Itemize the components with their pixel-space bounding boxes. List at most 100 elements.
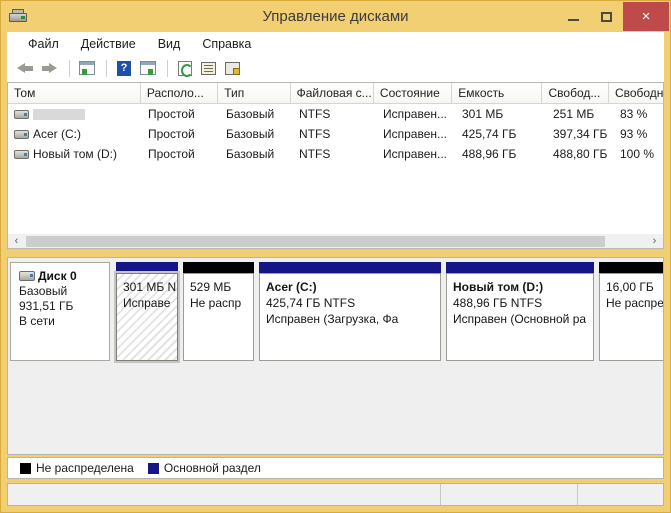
- show-hide-console-tree-icon[interactable]: [76, 58, 98, 79]
- column-header-type[interactable]: Тип: [218, 83, 291, 103]
- cell-free-space: 397,34 ГБ: [553, 127, 608, 141]
- disk-type: Базовый: [19, 284, 68, 298]
- properties-icon[interactable]: [198, 58, 220, 79]
- status-pane-2: [441, 484, 578, 505]
- status-pane-3: [578, 484, 663, 505]
- menu-action[interactable]: Действие: [71, 34, 146, 54]
- partition-block-2[interactable]: Acer (C:) 425,74 ГБ NTFS Исправен (Загру…: [259, 262, 441, 361]
- close-icon: ×: [641, 8, 651, 25]
- minimize-button[interactable]: [557, 2, 590, 31]
- maximize-button[interactable]: [590, 2, 623, 31]
- cell-capacity: 488,96 ГБ: [462, 147, 517, 161]
- toolbar: ?: [7, 55, 664, 82]
- cell-file-system: NTFS: [299, 147, 331, 161]
- scrollbar-thumb[interactable]: [26, 235, 605, 247]
- disk-row-0: Диск 0 Базовый 931,51 ГБ В сети 301 МБ N…: [10, 262, 664, 363]
- volume-list: Том Располо... Тип Файловая с... Состоян…: [7, 82, 664, 249]
- cell-type: Базовый: [226, 147, 275, 161]
- volume-name: Acer (C:): [33, 127, 81, 141]
- cell-percent-free: 93 %: [620, 127, 648, 141]
- close-button[interactable]: ×: [623, 2, 669, 31]
- menu-bar: Файл Действие Вид Справка: [7, 32, 664, 55]
- partition-color-bar: [446, 262, 594, 273]
- column-header-capacity[interactable]: Емкость: [452, 83, 543, 103]
- back-arrow-icon[interactable]: [15, 58, 37, 79]
- cell-layout: Простой: [148, 107, 195, 121]
- toolbar-separator: [167, 60, 168, 77]
- column-header-volume[interactable]: Том: [8, 83, 141, 103]
- title-bar[interactable]: Управление дисками ×: [1, 1, 670, 32]
- cell-volume: Новый том (D:): [8, 147, 142, 161]
- status-bar: [7, 483, 664, 506]
- partition-label: Новый том (D:): [453, 280, 544, 294]
- legend-item-primary-partition: Основной раздел: [147, 461, 261, 475]
- scroll-left-button[interactable]: ‹: [8, 235, 25, 248]
- disk-size: 931,51 ГБ: [19, 299, 74, 313]
- disk-info-panel[interactable]: Диск 0 Базовый 931,51 ГБ В сети: [10, 262, 110, 361]
- disk-name: Диск 0: [38, 269, 77, 283]
- cell-file-system: NTFS: [299, 127, 331, 141]
- volume-list-header: Том Располо... Тип Файловая с... Состоян…: [8, 83, 663, 104]
- cell-free-space: 488,80 ГБ: [553, 147, 608, 161]
- cell-status: Исправен...: [383, 127, 448, 141]
- table-row[interactable]: Acer (C:) Простой Базовый NTFS Исправен.…: [8, 124, 663, 144]
- volume-name: Новый том (D:): [33, 147, 117, 161]
- partition-label: Acer (C:): [266, 280, 317, 294]
- table-row[interactable]: Простой Базовый NTFS Исправен... 301 МБ …: [8, 104, 663, 124]
- column-header-status[interactable]: Состояние: [373, 83, 453, 103]
- help-icon[interactable]: ?: [113, 58, 135, 79]
- column-header-free-space[interactable]: Свобод...: [542, 83, 609, 103]
- scroll-right-button[interactable]: ›: [646, 235, 663, 248]
- volume-icon: [14, 149, 29, 159]
- table-row[interactable]: Новый том (D:) Простой Базовый NTFS Испр…: [8, 144, 663, 164]
- legend-label: Не распределена: [36, 461, 134, 475]
- horizontal-scrollbar[interactable]: ‹ ›: [7, 234, 664, 249]
- partition-line1: 301 МБ N: [123, 280, 177, 294]
- cell-volume: [8, 108, 142, 120]
- partition-block-0[interactable]: 301 МБ N Исправе: [114, 262, 180, 363]
- column-header-file-system[interactable]: Файловая с...: [290, 83, 374, 103]
- partition-color-bar: [183, 262, 254, 273]
- rescan-disks-icon[interactable]: [222, 58, 244, 79]
- show-hide-action-pane-icon[interactable]: [137, 58, 159, 79]
- partition-line2: Не распределена: [606, 296, 664, 310]
- partition-line2: Не распр: [190, 296, 242, 310]
- legend-swatch-blue: [147, 462, 159, 474]
- toolbar-separator: [69, 60, 70, 77]
- partition-line1: 488,96 ГБ NTFS: [453, 296, 543, 310]
- cell-type: Базовый: [226, 107, 275, 121]
- cell-percent-free: 100 %: [620, 147, 655, 161]
- refresh-icon[interactable]: [174, 58, 196, 79]
- partition-color-bar: [599, 262, 663, 273]
- toolbar-separator: [106, 60, 107, 77]
- partition-color-bar: [259, 262, 441, 273]
- cell-layout: Простой: [148, 147, 195, 161]
- disk-management-icon: [9, 9, 27, 25]
- volume-icon: [14, 109, 29, 119]
- partition-block-1[interactable]: 529 МБ Не распр: [183, 262, 254, 361]
- column-header-percent-free[interactable]: Свободн: [608, 83, 663, 103]
- legend-item-unallocated: Не распределена: [20, 461, 134, 475]
- forward-arrow-icon[interactable]: [39, 58, 61, 79]
- cell-capacity: 301 МБ: [462, 107, 504, 121]
- partition-line2: Исправен (Основной ра: [453, 312, 587, 326]
- cell-file-system: NTFS: [299, 107, 331, 121]
- status-pane-1: [8, 484, 441, 505]
- partition-block-3[interactable]: Новый том (D:) 488,96 ГБ NTFS Исправен (…: [446, 262, 594, 361]
- partition-block-4[interactable]: 16,00 ГБ Не распределена: [599, 262, 664, 361]
- disk-status: В сети: [19, 314, 55, 328]
- partition-strip: 301 МБ N Исправе 529 МБ Не распр Acer (C…: [114, 262, 664, 363]
- partition-line1: 425,74 ГБ NTFS: [266, 296, 356, 310]
- scrollbar-track[interactable]: [606, 236, 646, 247]
- column-header-layout[interactable]: Располо...: [140, 83, 219, 103]
- minimize-icon: [568, 18, 579, 21]
- disk-icon: [19, 271, 35, 281]
- cell-status: Исправен...: [383, 147, 448, 161]
- menu-help[interactable]: Справка: [192, 34, 261, 54]
- maximize-icon: [601, 11, 612, 22]
- menu-file[interactable]: Файл: [18, 34, 69, 54]
- legend-label: Основной раздел: [163, 461, 261, 475]
- menu-view[interactable]: Вид: [148, 34, 191, 54]
- redacted-volume-name: [33, 108, 85, 120]
- partition-line2: Исправе: [123, 296, 171, 310]
